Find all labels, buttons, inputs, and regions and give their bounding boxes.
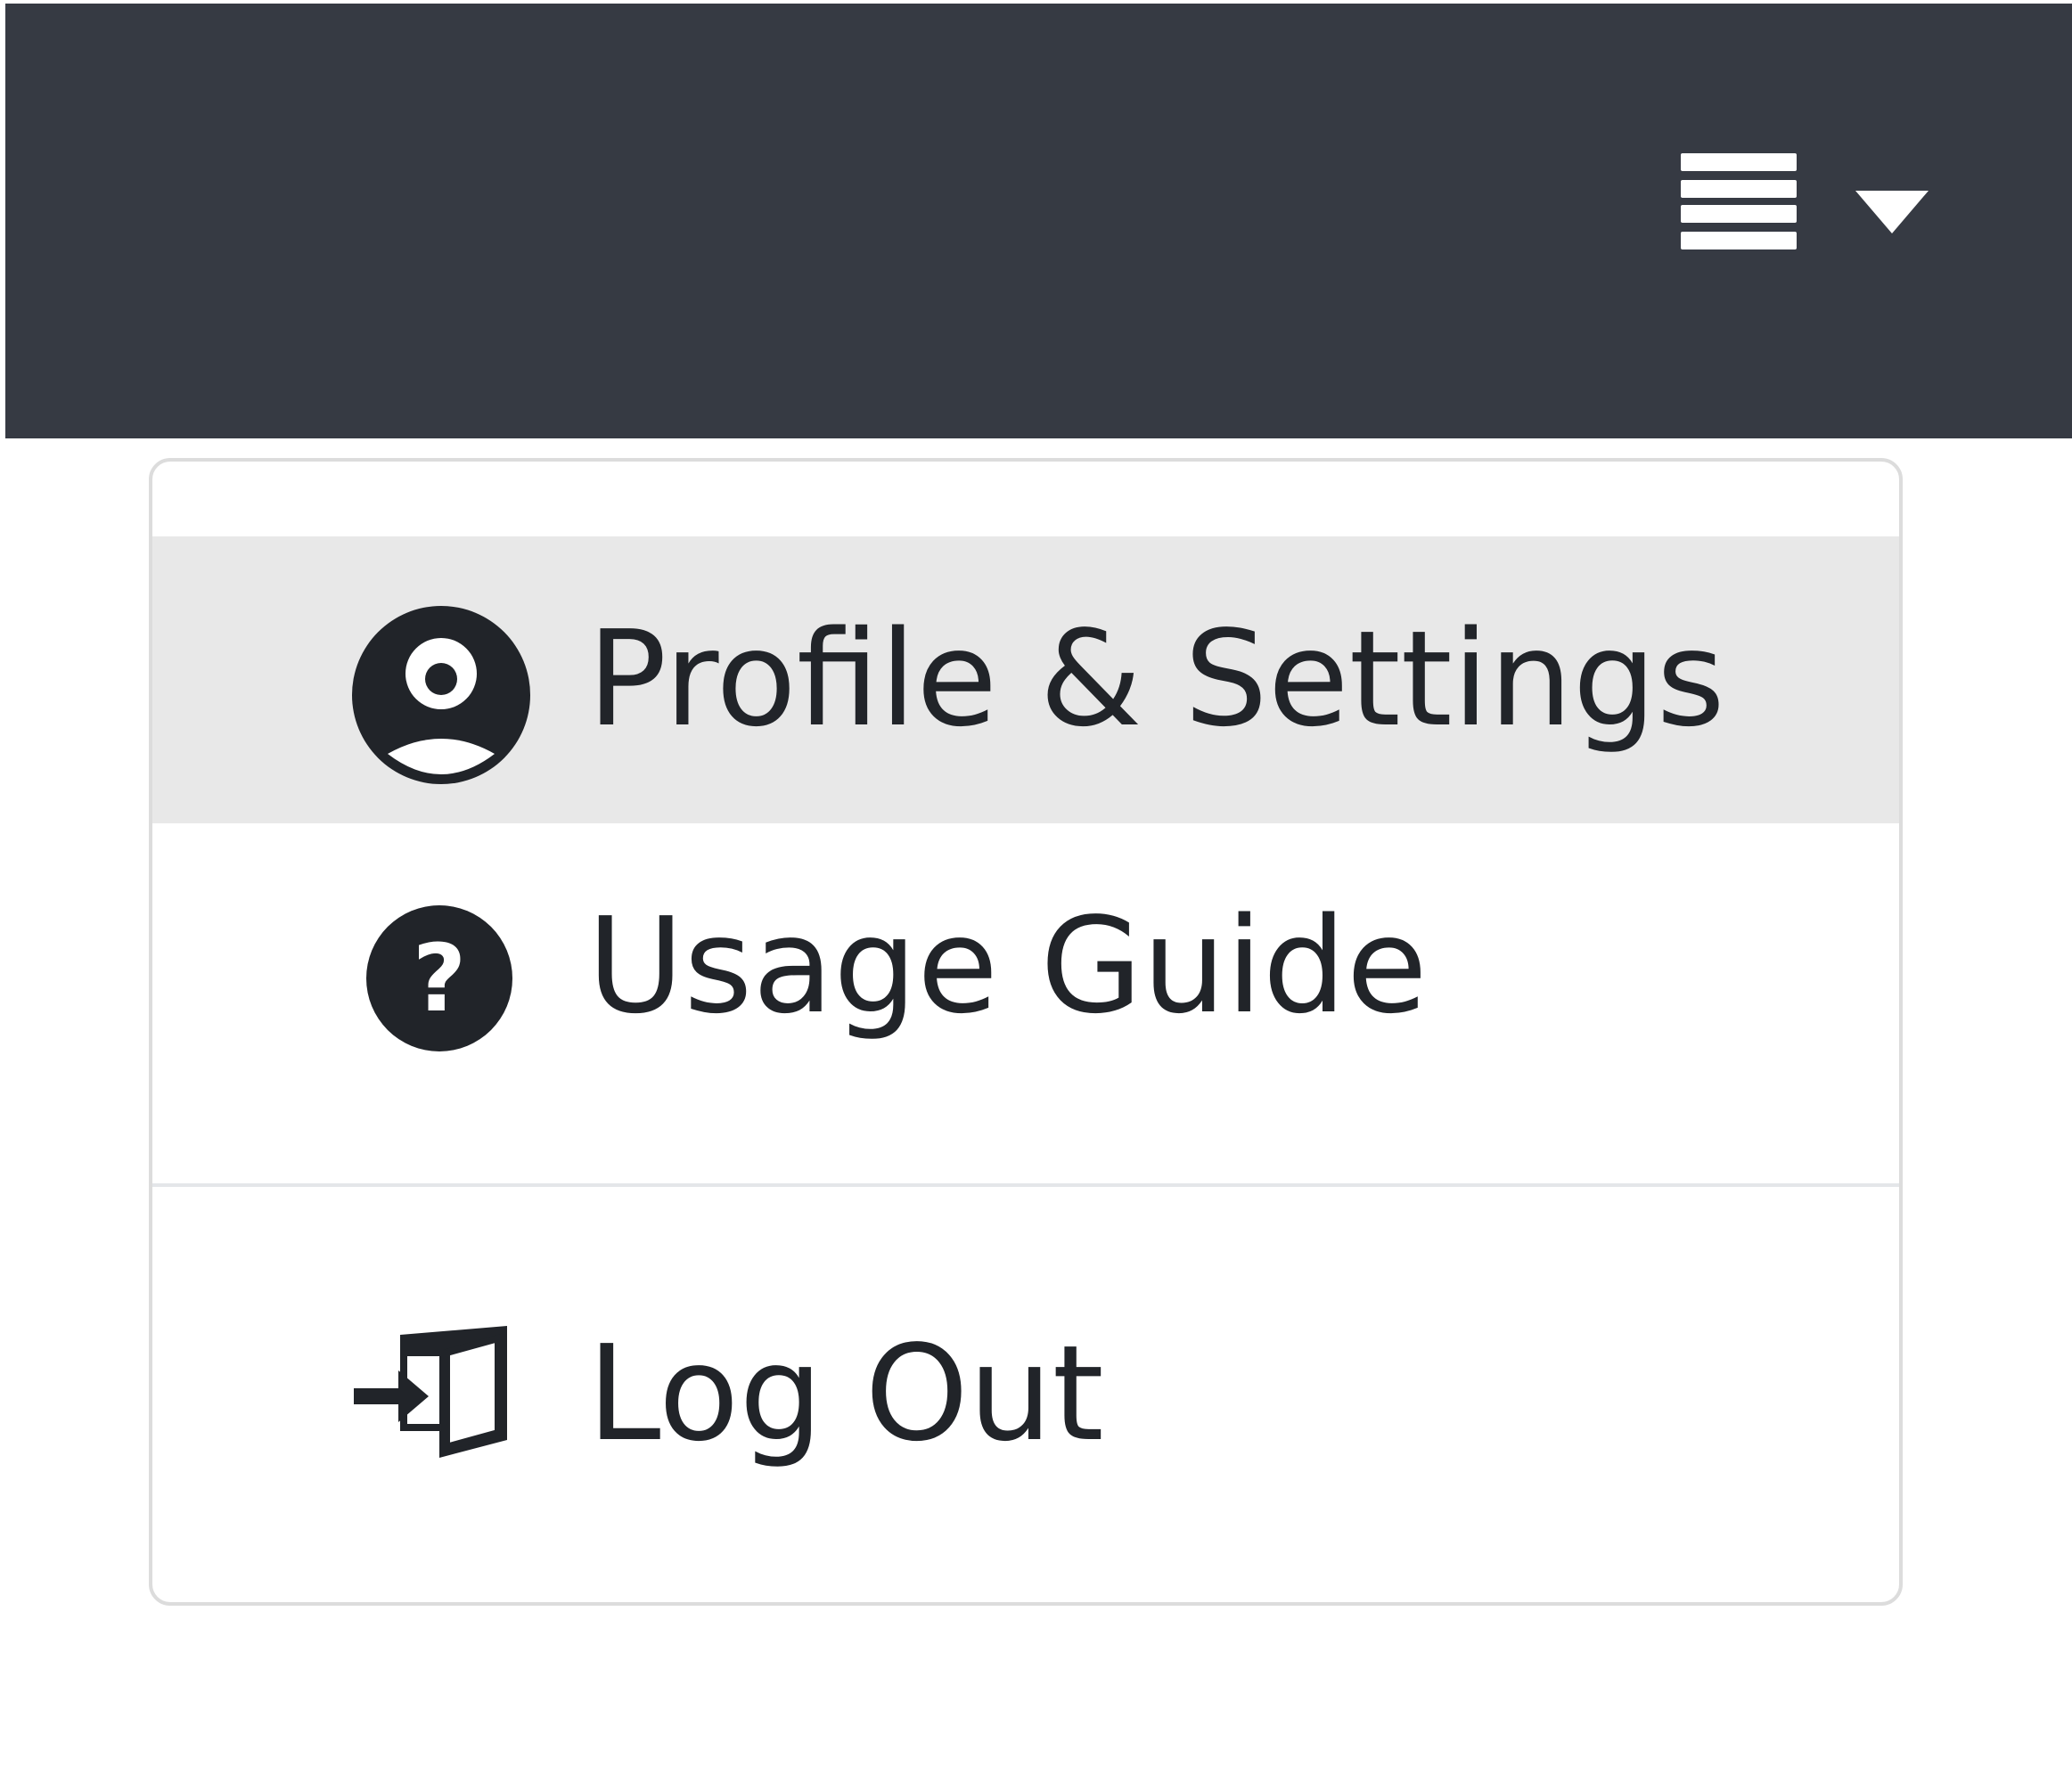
menu-item-label: Log Out	[587, 1317, 1104, 1470]
menu-item-usage-guide[interactable]: ? Usage Guide	[152, 823, 1899, 1108]
menu-dropdown-toggle[interactable]	[1670, 146, 1937, 262]
hamburger-icon	[1681, 153, 1797, 249]
sign-out-icon	[354, 1326, 507, 1458]
svg-text:?: ?	[413, 924, 466, 1033]
dropdown-menu: Profile & Settings ? Usage Guide Log Out	[149, 458, 1903, 1606]
question-circle-icon: ?	[366, 905, 512, 1051]
menu-item-log-out[interactable]: Log Out	[152, 1187, 1899, 1543]
caret-down-icon	[1855, 191, 1929, 233]
menu-item-label: Profile & Settings	[587, 602, 1725, 756]
menu-item-profile-settings[interactable]: Profile & Settings	[152, 536, 1899, 823]
menu-item-label: Usage Guide	[587, 889, 1428, 1043]
top-navbar	[5, 4, 2072, 438]
user-circle-icon	[352, 606, 530, 784]
